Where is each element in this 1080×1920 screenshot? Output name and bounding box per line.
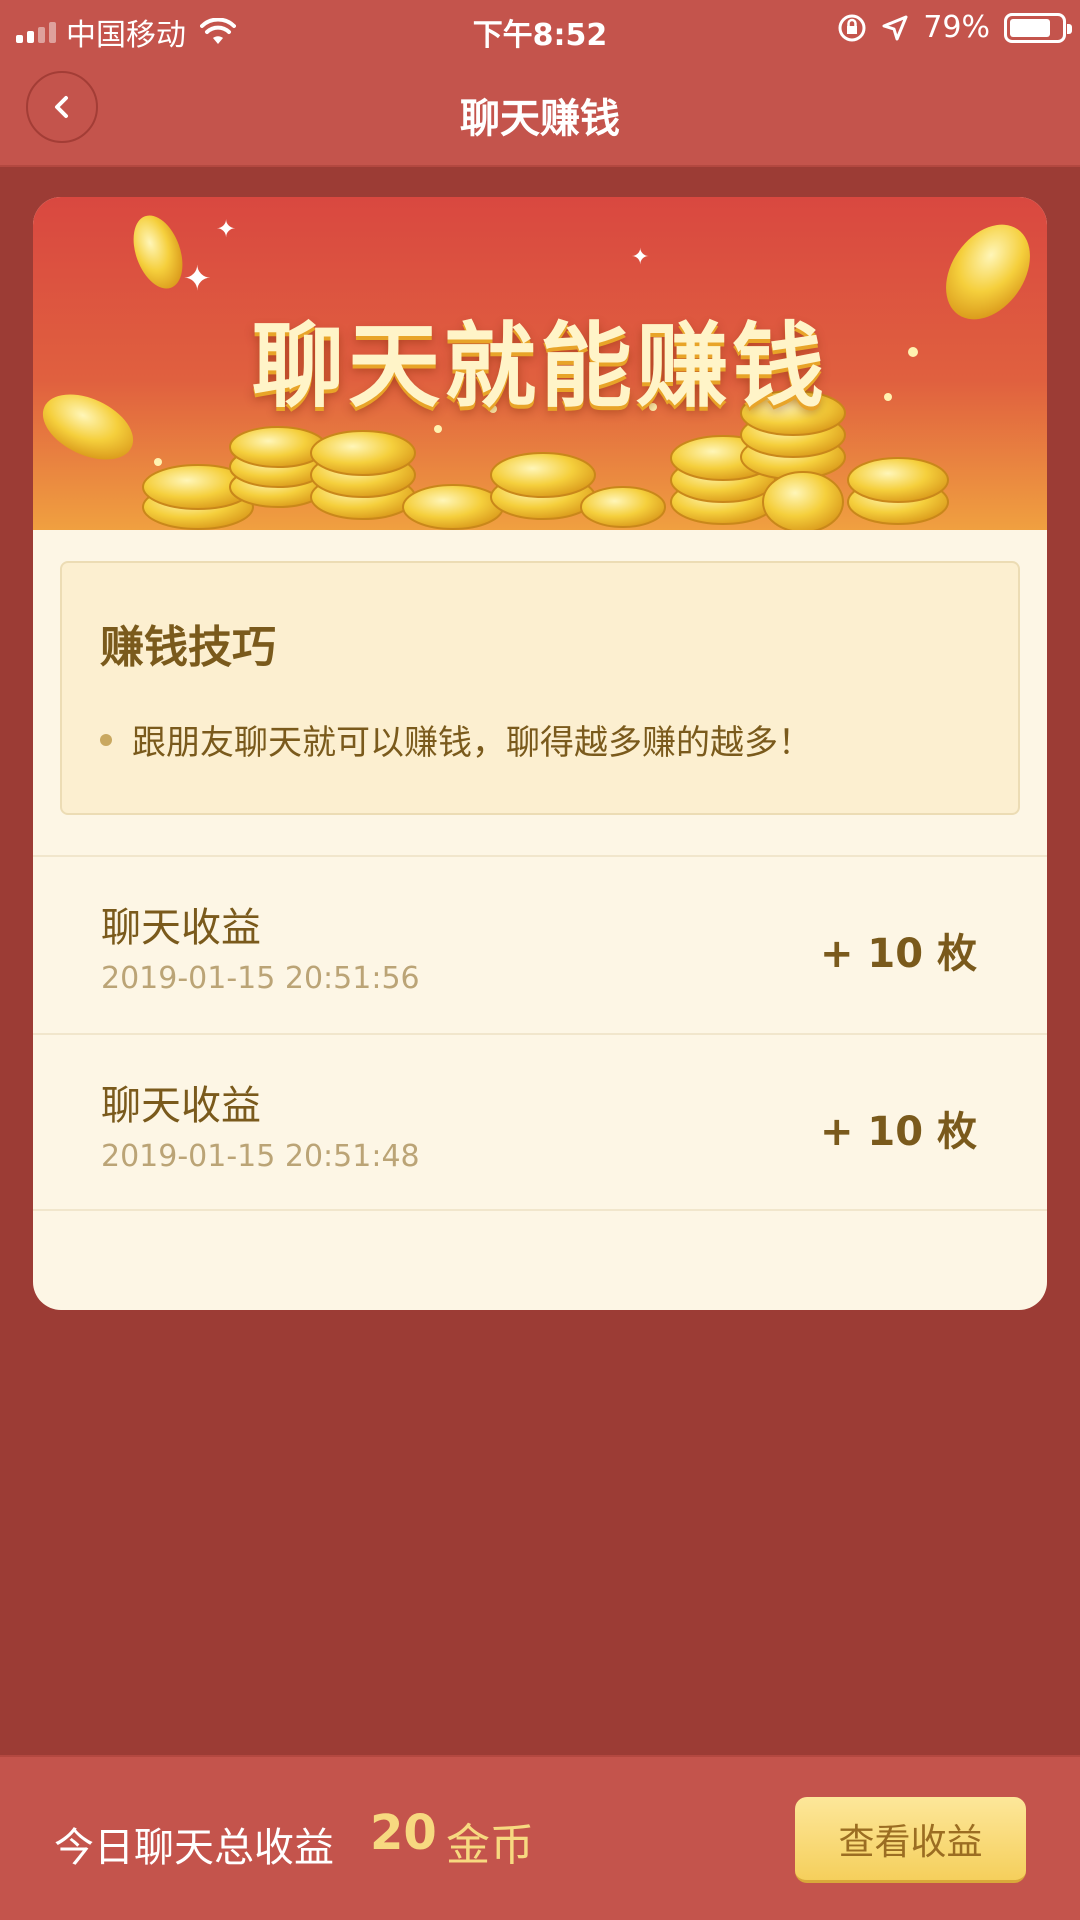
tips-item: 跟朋友聊天就可以赚钱，聊得越多赚的越多！ (100, 715, 812, 764)
list-divider (33, 1209, 1047, 1211)
battery-icon (1004, 12, 1072, 43)
bottom-bar: 今日聊天总收益 20 金币 查看收益 (0, 1755, 1080, 1920)
sparkle-icon: ✦ (631, 245, 650, 270)
tips-title: 赚钱技巧 (100, 622, 276, 673)
record-time: 2019-01-15 20:51:48 (101, 1139, 420, 1174)
nav-bar: 聊天赚钱 (0, 56, 1080, 166)
rotation-lock-icon (838, 14, 866, 41)
earnings-card: ✦ ✦ ✦ 聊天就能赚钱 赚钱技巧 跟朋友聊天就可以赚钱，聊得越多赚的越多！ 聊… (33, 197, 1047, 1310)
sparkle-icon: ✦ (216, 215, 237, 243)
total-earnings-value: 20 (370, 1805, 437, 1861)
record-title: 聊天收益 (101, 905, 261, 951)
earning-record: 聊天收益 2019-01-15 20:51:56 + 10 枚 (33, 855, 1047, 1033)
record-time: 2019-01-15 20:51:56 (101, 961, 420, 996)
record-amount: + 10 枚 (819, 1109, 977, 1155)
top-bar: 中国移动 下午8:52 79% 聊天赚钱 (0, 0, 1080, 167)
tips-item-text: 跟朋友聊天就可以赚钱，聊得越多赚的越多！ (132, 723, 812, 763)
view-earnings-button[interactable]: 查看收益 (795, 1797, 1026, 1883)
record-amount: + 10 枚 (819, 931, 977, 977)
battery-percent: 79% (923, 10, 990, 45)
total-earnings-label: 今日聊天总收益 (54, 1825, 334, 1871)
location-arrow-icon (882, 15, 908, 40)
page-title: 聊天赚钱 (460, 96, 620, 142)
earning-record: 聊天收益 2019-01-15 20:51:48 + 10 枚 (33, 1033, 1047, 1211)
record-title: 聊天收益 (101, 1083, 261, 1129)
tips-box: 赚钱技巧 跟朋友聊天就可以赚钱，聊得越多赚的越多！ (60, 561, 1020, 815)
banner-title: 聊天就能赚钱 (251, 313, 828, 420)
bullet-icon (100, 733, 112, 746)
total-earnings-unit: 金币 (446, 1820, 534, 1871)
banner: ✦ ✦ ✦ 聊天就能赚钱 (33, 197, 1047, 530)
status-right: 79% (837, 10, 1072, 45)
status-bar: 中国移动 下午8:52 79% (0, 0, 1080, 56)
